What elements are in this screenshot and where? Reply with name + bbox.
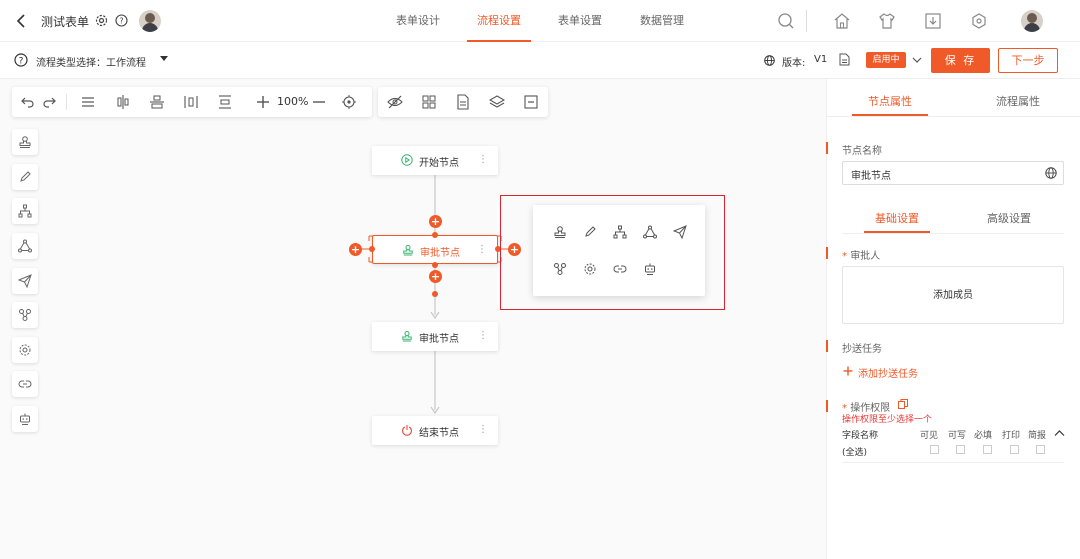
pen-icon[interactable]: [583, 225, 597, 239]
column-print: 打印: [1002, 431, 1021, 441]
send-icon[interactable]: [673, 225, 687, 239]
anchor-point[interactable]: [432, 262, 438, 268]
triangle-nodes-icon[interactable]: [643, 225, 657, 239]
approval-node-label: 审批节点: [419, 334, 459, 345]
hexagon-settings-icon[interactable]: [969, 11, 989, 31]
end-node-label: 结束节点: [419, 428, 459, 439]
column-writable: 可写: [948, 431, 967, 441]
anchor-point[interactable]: [432, 232, 438, 238]
add-node-left-button[interactable]: +: [349, 243, 362, 256]
document-icon[interactable]: [839, 53, 850, 66]
tab-basic-settings[interactable]: 基础设置: [864, 210, 930, 226]
column-brief: 简报: [1028, 431, 1047, 441]
branch-icon[interactable]: [613, 225, 627, 239]
section-marker: [826, 247, 828, 259]
cog-icon[interactable]: [583, 262, 597, 276]
checkbox-brief[interactable]: [1036, 445, 1045, 454]
approver-label: * 审批人: [842, 251, 881, 262]
tab-flow-properties[interactable]: 流程属性: [980, 93, 1056, 109]
download-icon[interactable]: [923, 11, 943, 31]
plus-icon[interactable]: [843, 366, 853, 376]
section-marker: [826, 400, 828, 412]
chevron-down-icon[interactable]: [912, 56, 922, 64]
section-marker: [826, 340, 828, 352]
node-name-value: 审批节点: [851, 171, 891, 182]
cc-task-label: 抄送任务: [842, 344, 882, 355]
section-marker: [826, 142, 828, 154]
checkbox-visible[interactable]: [930, 445, 939, 454]
more-icon[interactable]: ⋮: [478, 329, 488, 343]
more-icon[interactable]: ⋮: [477, 243, 487, 257]
anchor-point[interactable]: [369, 246, 375, 252]
approval-node-selected[interactable]: 审批节点 ⋮: [372, 235, 498, 264]
copy-icon[interactable]: [898, 399, 908, 409]
status-badge[interactable]: 启用中: [866, 52, 906, 68]
add-node-top-button[interactable]: +: [429, 215, 442, 228]
stamp-icon: [401, 330, 413, 342]
more-icon[interactable]: ⋮: [478, 423, 488, 437]
checkbox-writable[interactable]: [956, 445, 965, 454]
column-visible: 可见: [920, 431, 939, 441]
add-cc-task-link[interactable]: 添加抄送任务: [858, 365, 918, 380]
next-step-button[interactable]: 下一步: [998, 48, 1058, 73]
add-member-button[interactable]: 添加成员: [842, 266, 1064, 324]
save-button[interactable]: 保 存: [931, 48, 990, 73]
node-name-label: 节点名称: [842, 146, 882, 157]
checkbox-print[interactable]: [1010, 445, 1019, 454]
home-icon[interactable]: [832, 11, 852, 31]
approval-node[interactable]: 审批节点 ⋮: [372, 322, 498, 351]
nodes-icon[interactable]: [553, 262, 567, 276]
tab-node-properties[interactable]: 节点属性: [852, 93, 928, 109]
robot-icon[interactable]: [643, 262, 657, 276]
field-name-header: 字段名称: [842, 431, 879, 441]
play-circle-icon: [401, 154, 413, 166]
more-icon[interactable]: ⋮: [478, 153, 488, 167]
start-node[interactable]: 开始节点 ⋮: [372, 146, 498, 175]
power-icon: [401, 424, 413, 436]
divider: [842, 462, 1064, 463]
add-node-bottom-button[interactable]: +: [429, 270, 442, 283]
select-all-row-label: (全选): [842, 448, 868, 458]
anchor-point[interactable]: [432, 291, 438, 297]
tab-advanced-settings[interactable]: 高级设置: [976, 210, 1042, 226]
user-avatar[interactable]: [1021, 10, 1043, 32]
checkbox-required[interactable]: [983, 445, 992, 454]
stamp-icon: [402, 244, 414, 256]
link-icon[interactable]: [613, 262, 627, 276]
permission-error: 操作权限至少选择一个: [842, 415, 933, 425]
globe-icon[interactable]: [1045, 167, 1057, 179]
column-required: 必填: [974, 431, 993, 441]
end-node[interactable]: 结束节点 ⋮: [372, 416, 498, 445]
chevron-up-icon[interactable]: [1054, 429, 1065, 437]
approval-node-label: 审批节点: [420, 248, 460, 259]
node-type-popup: [533, 205, 705, 296]
start-node-label: 开始节点: [419, 158, 459, 169]
stamp-icon[interactable]: [553, 225, 567, 239]
divider: [842, 233, 1064, 234]
divider: [827, 116, 1080, 117]
shirt-icon[interactable]: [877, 11, 897, 31]
node-name-input[interactable]: 审批节点: [842, 161, 1064, 185]
